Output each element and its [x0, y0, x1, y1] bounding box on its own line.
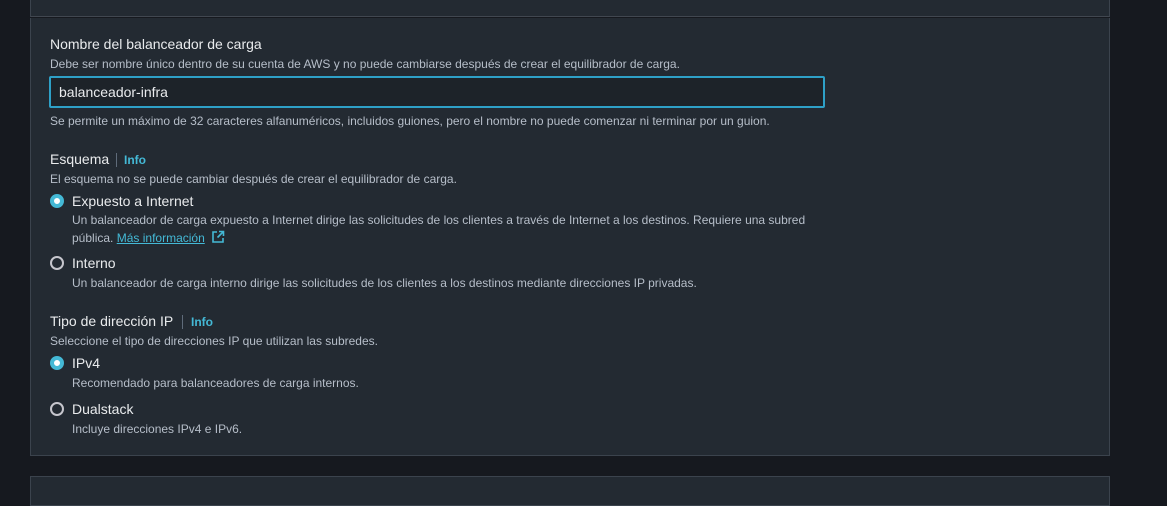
scheme-internal-radio[interactable]	[50, 256, 64, 270]
ip-type-dualstack-label[interactable]: Dualstack	[72, 401, 133, 417]
lb-name-label: Nombre del balanceador de carga	[50, 36, 262, 52]
next-panel	[30, 476, 1110, 506]
scheme-internal-label[interactable]: Interno	[72, 255, 116, 271]
scheme-info-link[interactable]: Info	[124, 153, 146, 167]
ip-type-label: Tipo de dirección IP	[50, 313, 174, 329]
scheme-info-divider	[116, 153, 117, 167]
ip-type-description: Seleccione el tipo de direcciones IP que…	[50, 334, 378, 348]
lb-name-description: Debe ser nombre único dentro de su cuent…	[50, 57, 680, 71]
ip-type-ipv4-radio[interactable]	[50, 356, 64, 370]
scheme-internal-desc: Un balanceador de carga interno dirige l…	[72, 276, 697, 290]
scheme-internet-facing-desc: Un balanceador de carga expuesto a Inter…	[72, 213, 806, 227]
ip-type-dualstack-radio[interactable]	[50, 402, 64, 416]
external-link-icon[interactable]	[211, 230, 225, 247]
scheme-internet-facing-radio[interactable]	[50, 194, 64, 208]
learn-more-link[interactable]: Más información	[117, 231, 205, 245]
scheme-description: El esquema no se puede cambiar después d…	[50, 172, 457, 186]
lb-name-input[interactable]	[51, 78, 823, 106]
ip-type-info-divider	[182, 315, 183, 329]
scheme-internet-facing-label[interactable]: Expuesto a Internet	[72, 193, 193, 209]
ip-type-ipv4-desc: Recomendado para balanceadores de carga …	[72, 376, 359, 390]
lb-name-constraint: Se permite un máximo de 32 caracteres al…	[50, 114, 770, 128]
previous-panel	[30, 0, 1110, 17]
ip-type-ipv4-label[interactable]: IPv4	[72, 355, 100, 371]
scheme-label: Esquema	[50, 151, 110, 167]
scheme-internet-facing-desc-prefix: pública.	[72, 231, 114, 245]
ip-type-dualstack-desc: Incluye direcciones IPv4 e IPv6.	[72, 422, 243, 436]
ip-type-info-link[interactable]: Info	[191, 315, 213, 329]
scheme-internet-facing-desc-line2: pública. Más información	[72, 230, 225, 247]
lb-name-field-wrapper	[49, 76, 825, 108]
